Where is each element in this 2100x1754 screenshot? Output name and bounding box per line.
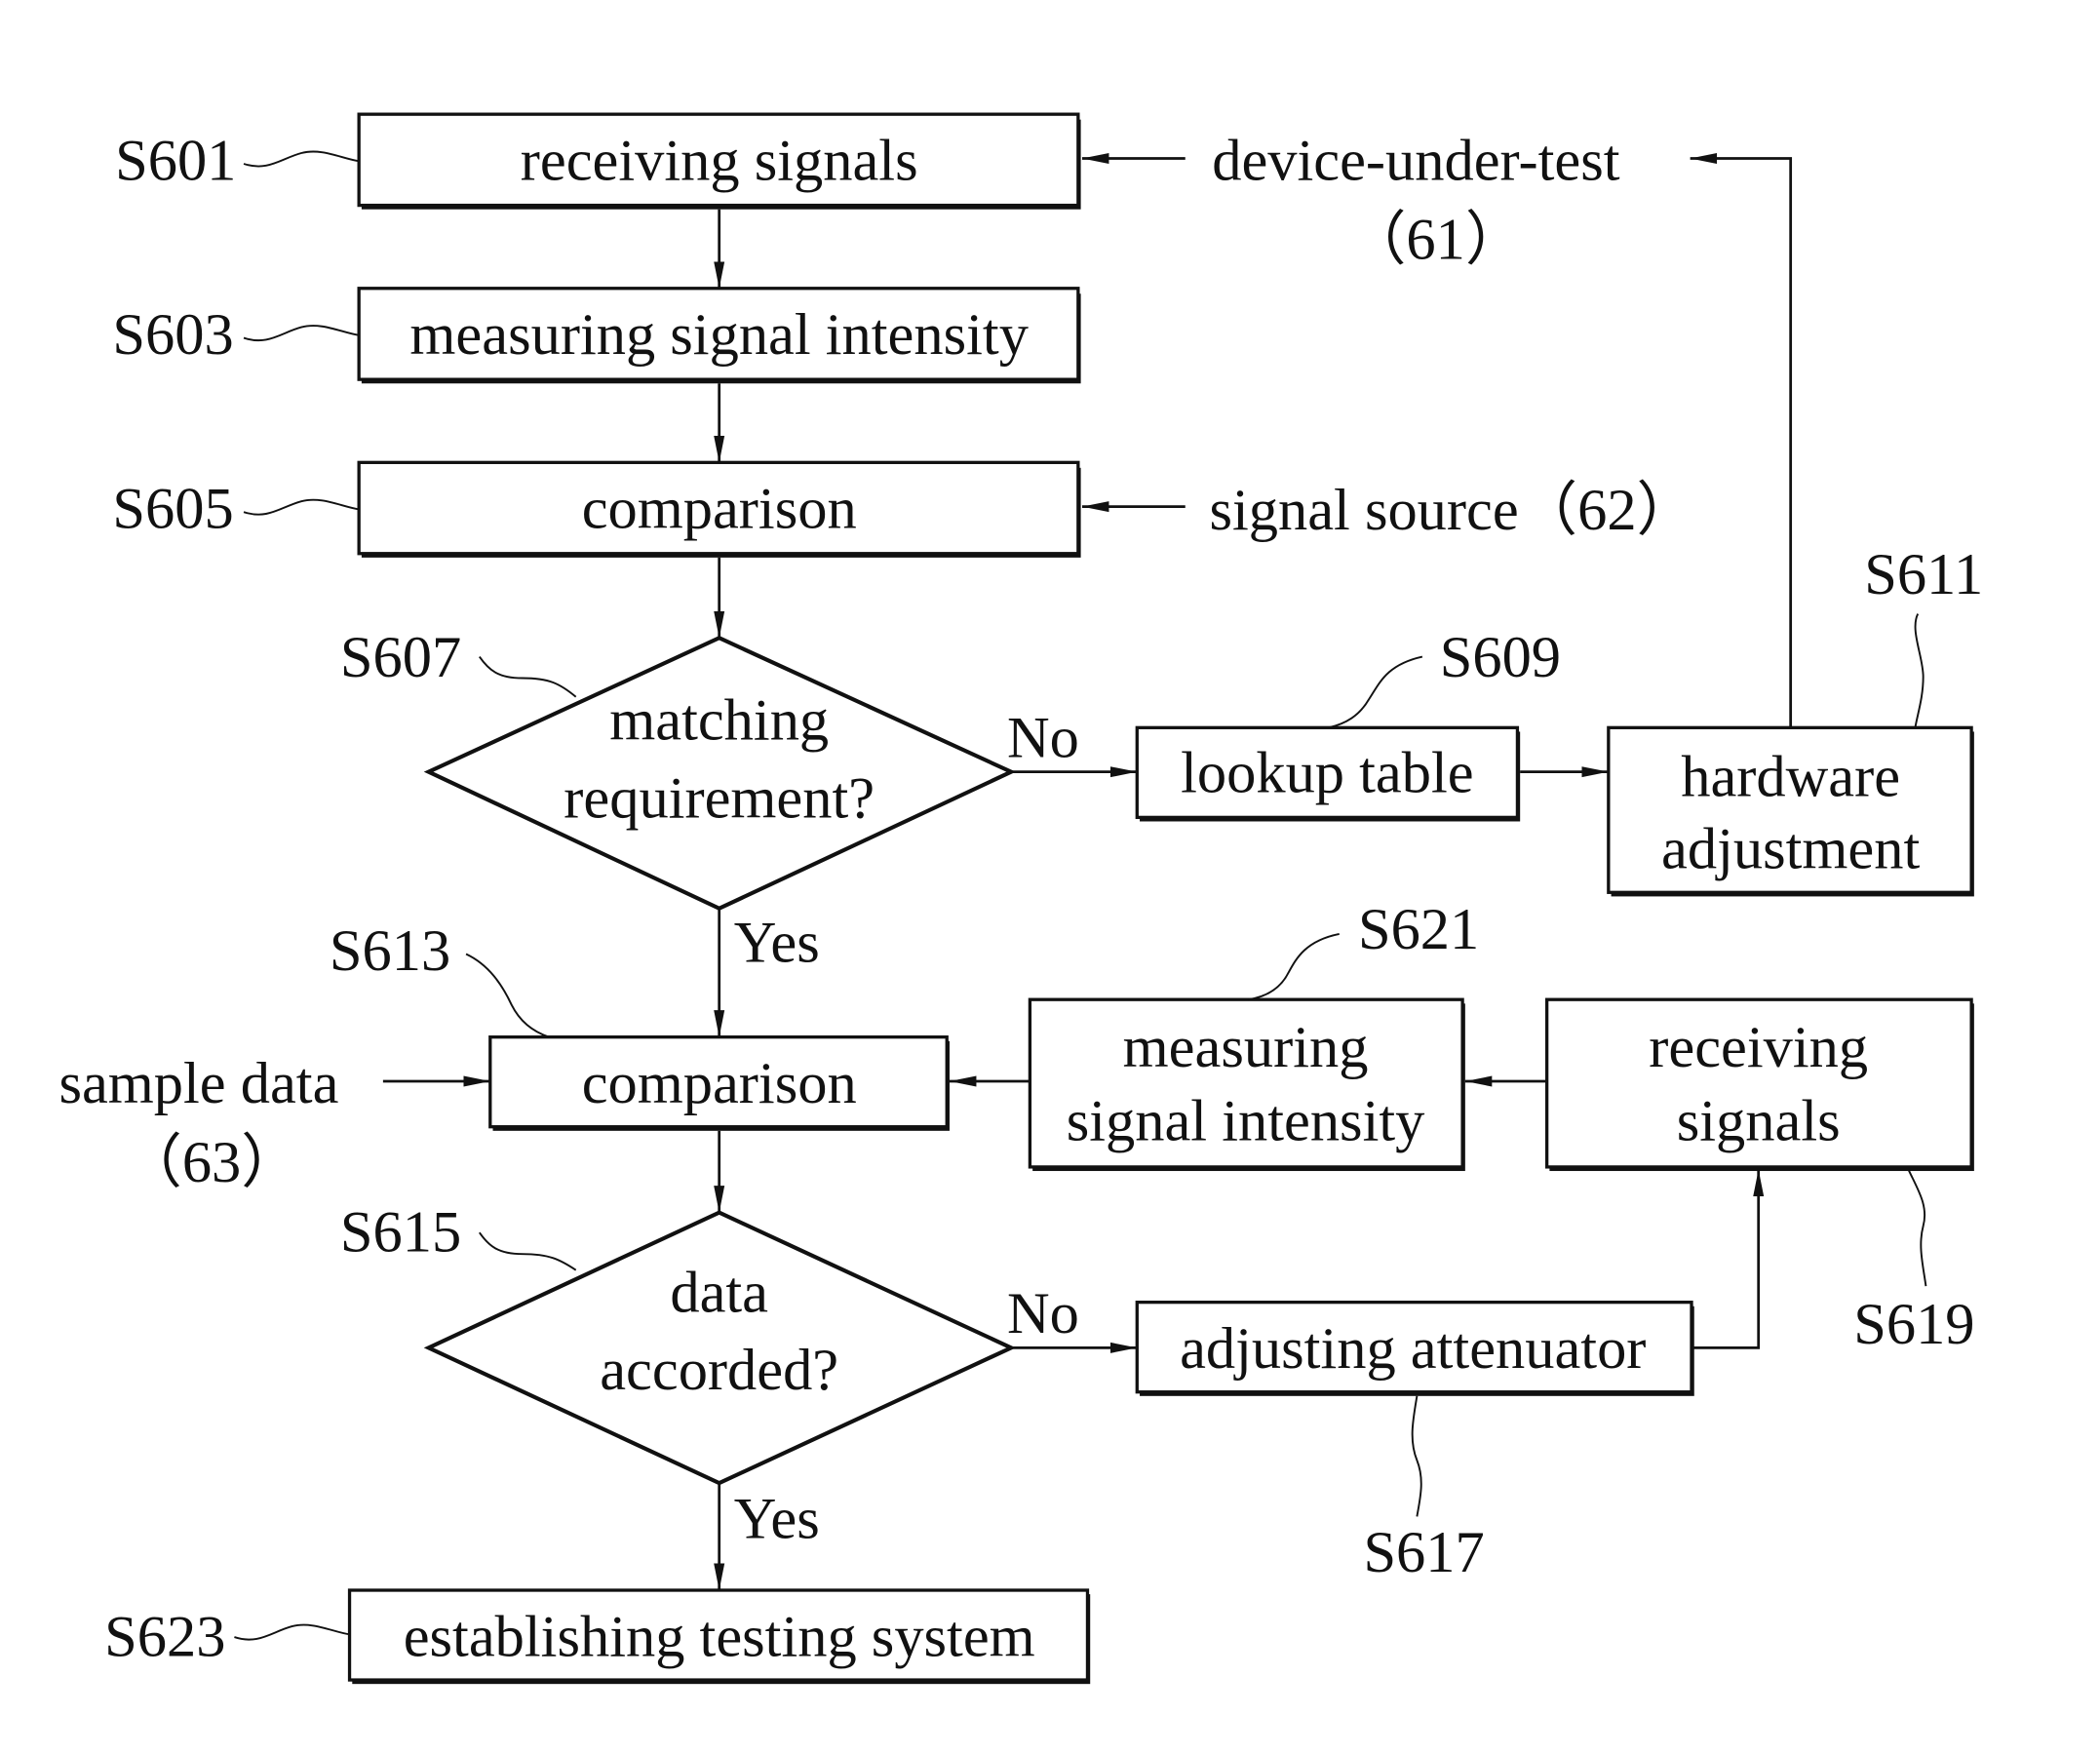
ref-s615: S615 (340, 1199, 461, 1265)
input-dut-label: device-under-test (1212, 128, 1619, 193)
arrow-s611-dut (1690, 153, 1793, 728)
step-s621-line2: signal intensity (1067, 1088, 1425, 1153)
leader-s607 (479, 655, 577, 698)
step-s613-label: comparison (582, 1051, 857, 1116)
ref-s601: S601 (115, 128, 236, 193)
decision-s607-line1: matching (609, 688, 829, 754)
flowchart: receiving signals S601 measuring signal … (58, 112, 1983, 1685)
step-s611: hardware adjustment (1607, 725, 1974, 897)
branch-no-s607: No (1007, 706, 1079, 771)
step-s621-line1: measuring (1123, 1015, 1369, 1080)
ref-s605: S605 (112, 477, 233, 542)
step-s609-label: lookup table (1181, 740, 1473, 805)
step-s603: measuring signal intensity (357, 287, 1081, 384)
leader-s605 (243, 498, 360, 516)
step-s617-label: adjusting attenuator (1180, 1316, 1646, 1382)
decision-s607-line2: requirement? (564, 765, 875, 831)
ref-s619: S619 (1853, 1292, 1974, 1357)
step-s619-line1: receiving (1649, 1015, 1868, 1080)
leader-s619 (1907, 1169, 1927, 1287)
branch-yes-s615: Yes (734, 1486, 820, 1551)
decision-s615-line2: accorded? (600, 1338, 838, 1403)
input-sample-data-label: sample data (58, 1051, 338, 1116)
input-dut-ref: （61） (1347, 208, 1524, 273)
step-s611-line2: adjustment (1661, 817, 1920, 882)
step-s603-label: measuring signal intensity (409, 302, 1029, 368)
ref-s621: S621 (1358, 897, 1479, 962)
branch-no-s615: No (1007, 1281, 1079, 1346)
step-s613: comparison (488, 1035, 950, 1131)
step-s623: establishing testing system (347, 1588, 1091, 1685)
branch-yes-s607: Yes (734, 911, 820, 976)
leader-s613 (465, 953, 550, 1038)
input-signal-source-label: signal source（62） (1209, 478, 1695, 543)
ref-s609: S609 (1440, 625, 1561, 690)
ref-s603: S603 (112, 302, 233, 368)
leader-s611 (1914, 613, 1925, 728)
ref-s617: S617 (1363, 1520, 1484, 1585)
leader-s609 (1328, 655, 1423, 729)
ref-s607: S607 (340, 625, 461, 690)
leader-s621 (1248, 932, 1340, 1001)
step-s601-label: receiving signals (521, 128, 918, 193)
step-s611-line1: hardware (1681, 744, 1900, 809)
leader-s601 (243, 150, 360, 168)
leader-s623 (234, 1623, 350, 1641)
leader-s617 (1411, 1395, 1422, 1517)
step-s619: receiving signals (1545, 997, 1974, 1172)
step-s623-label: establishing testing system (404, 1604, 1035, 1669)
step-s619-line2: signals (1677, 1088, 1841, 1153)
ref-s613: S613 (330, 918, 450, 984)
leader-s603 (243, 325, 360, 342)
step-s605-label: comparison (582, 477, 857, 542)
step-s621: measuring signal intensity (1028, 997, 1465, 1172)
step-s609: lookup table (1135, 725, 1521, 822)
ref-s623: S623 (104, 1604, 225, 1669)
input-sample-data-ref: （63） (123, 1130, 299, 1195)
step-s617: adjusting attenuator (1135, 1301, 1694, 1396)
step-s605: comparison (357, 460, 1081, 558)
step-s601: receiving signals (357, 112, 1081, 210)
ref-s611: S611 (1864, 542, 1983, 607)
leader-s615 (479, 1231, 577, 1271)
arrow-s617-s619 (1692, 1169, 1765, 1349)
decision-s615-line1: data (670, 1260, 768, 1325)
